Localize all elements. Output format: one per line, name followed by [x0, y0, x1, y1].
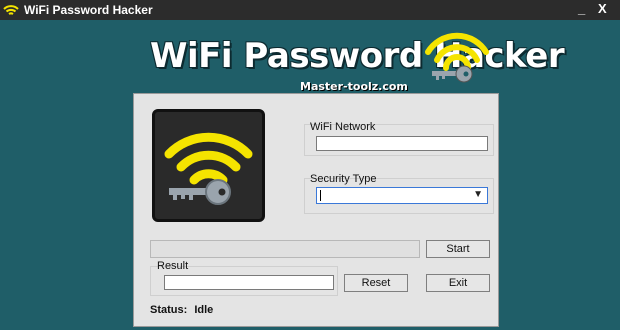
close-button[interactable]: X	[598, 1, 607, 16]
main-panel: WiFi Network Security Type ▼ Start Resul…	[133, 93, 499, 327]
security-type-label: Security Type	[310, 173, 377, 185]
exit-button[interactable]: Exit	[426, 274, 490, 292]
start-button[interactable]: Start	[426, 240, 490, 258]
title-bar: WiFi Password Hacker _ X	[0, 0, 620, 20]
window-title: WiFi Password Hacker	[24, 3, 153, 17]
banner-subtitle: Master-toolz.com	[300, 80, 408, 93]
wifi-network-input[interactable]	[316, 136, 488, 151]
wifi-key-icon	[425, 32, 489, 83]
status-label: Status:	[150, 304, 188, 316]
reset-button[interactable]: Reset	[344, 274, 408, 292]
banner-title: WiFi Password Hacker	[150, 36, 565, 76]
chevron-down-icon[interactable]: ▼	[473, 189, 483, 200]
status-value: Idle	[194, 304, 214, 316]
minimize-button[interactable]: _	[578, 1, 585, 16]
progress-bar	[150, 240, 420, 258]
result-field[interactable]	[164, 275, 334, 290]
text-cursor	[320, 190, 321, 201]
result-label: Result	[157, 260, 189, 272]
wifi-network-label: WiFi Network	[310, 121, 376, 133]
wifi-logo-box	[152, 109, 265, 222]
status-line: Status: Idle	[150, 304, 217, 316]
wifi-key-icon	[164, 132, 253, 205]
wifi-app-icon	[3, 5, 19, 15]
security-type-dropdown[interactable]: ▼	[316, 187, 488, 204]
